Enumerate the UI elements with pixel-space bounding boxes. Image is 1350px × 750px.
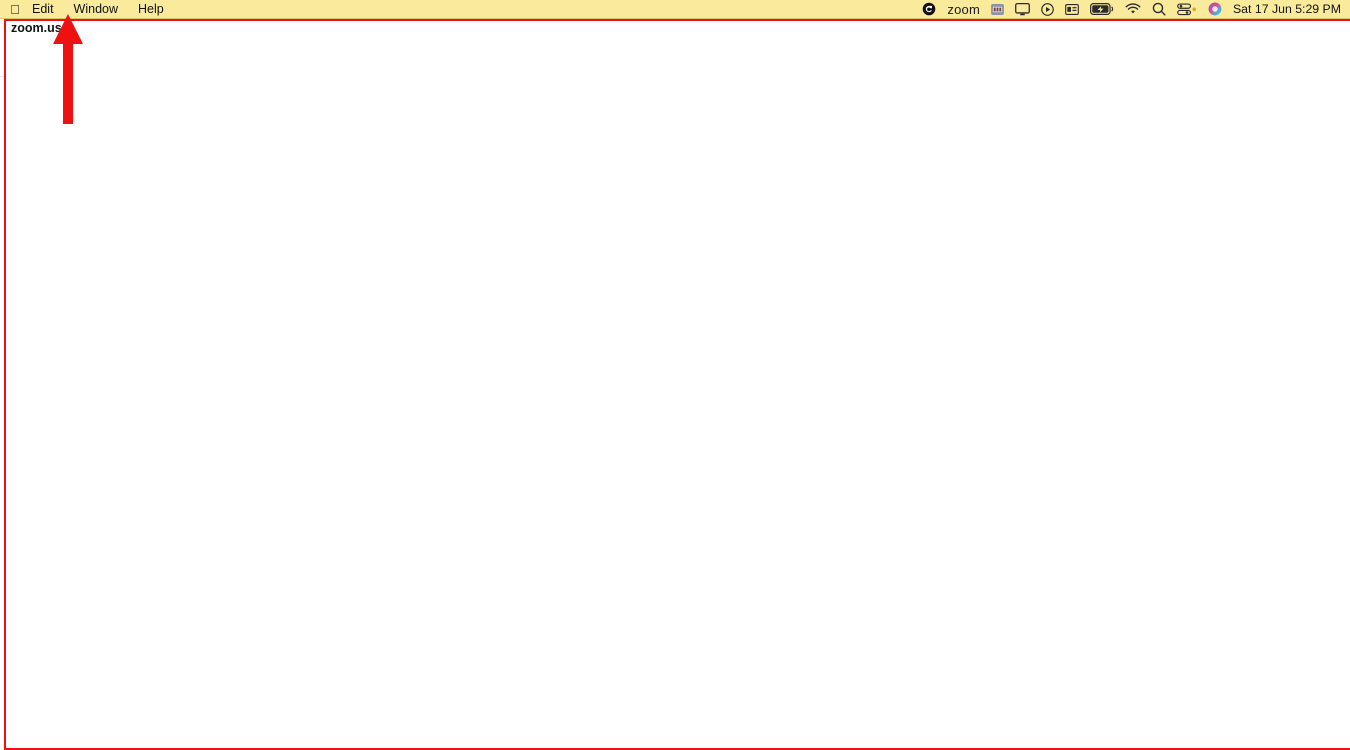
grammarly-icon[interactable] — [922, 2, 936, 16]
spotlight-search-icon[interactable] — [1152, 2, 1166, 16]
widget-icon[interactable] — [1065, 3, 1079, 15]
apple-logo-icon[interactable]:  — [8, 3, 22, 16]
menu-bar-status-area: zoom Sat 17 Jun 5:29 PM — [922, 2, 1350, 17]
record-icon[interactable] — [1041, 2, 1054, 16]
display-icon[interactable] — [1015, 2, 1030, 16]
menu-item-zoom-us[interactable]: zoom.us — [4, 19, 1350, 750]
menu-item-help[interactable]: Help — [128, 2, 174, 16]
menu-zoom-label[interactable]: zoom — [947, 2, 980, 17]
menu-app-icon[interactable] — [991, 3, 1004, 15]
control-center-icon[interactable] — [1177, 2, 1197, 16]
screen-root:  zoom.us Edit Window Help zoom — [0, 0, 1350, 750]
siri-icon[interactable] — [1208, 2, 1222, 16]
battery-charging-icon[interactable] — [1090, 3, 1114, 15]
menu-bar-clock[interactable]: Sat 17 Jun 5:29 PM — [1233, 2, 1341, 16]
wifi-icon[interactable] — [1125, 3, 1141, 15]
macos-menu-bar:  zoom.us Edit Window Help zoom — [0, 0, 1350, 750]
annotation-arrow — [53, 14, 83, 124]
menu-bar-left:  zoom.us Edit Window Help — [0, 2, 1350, 750]
